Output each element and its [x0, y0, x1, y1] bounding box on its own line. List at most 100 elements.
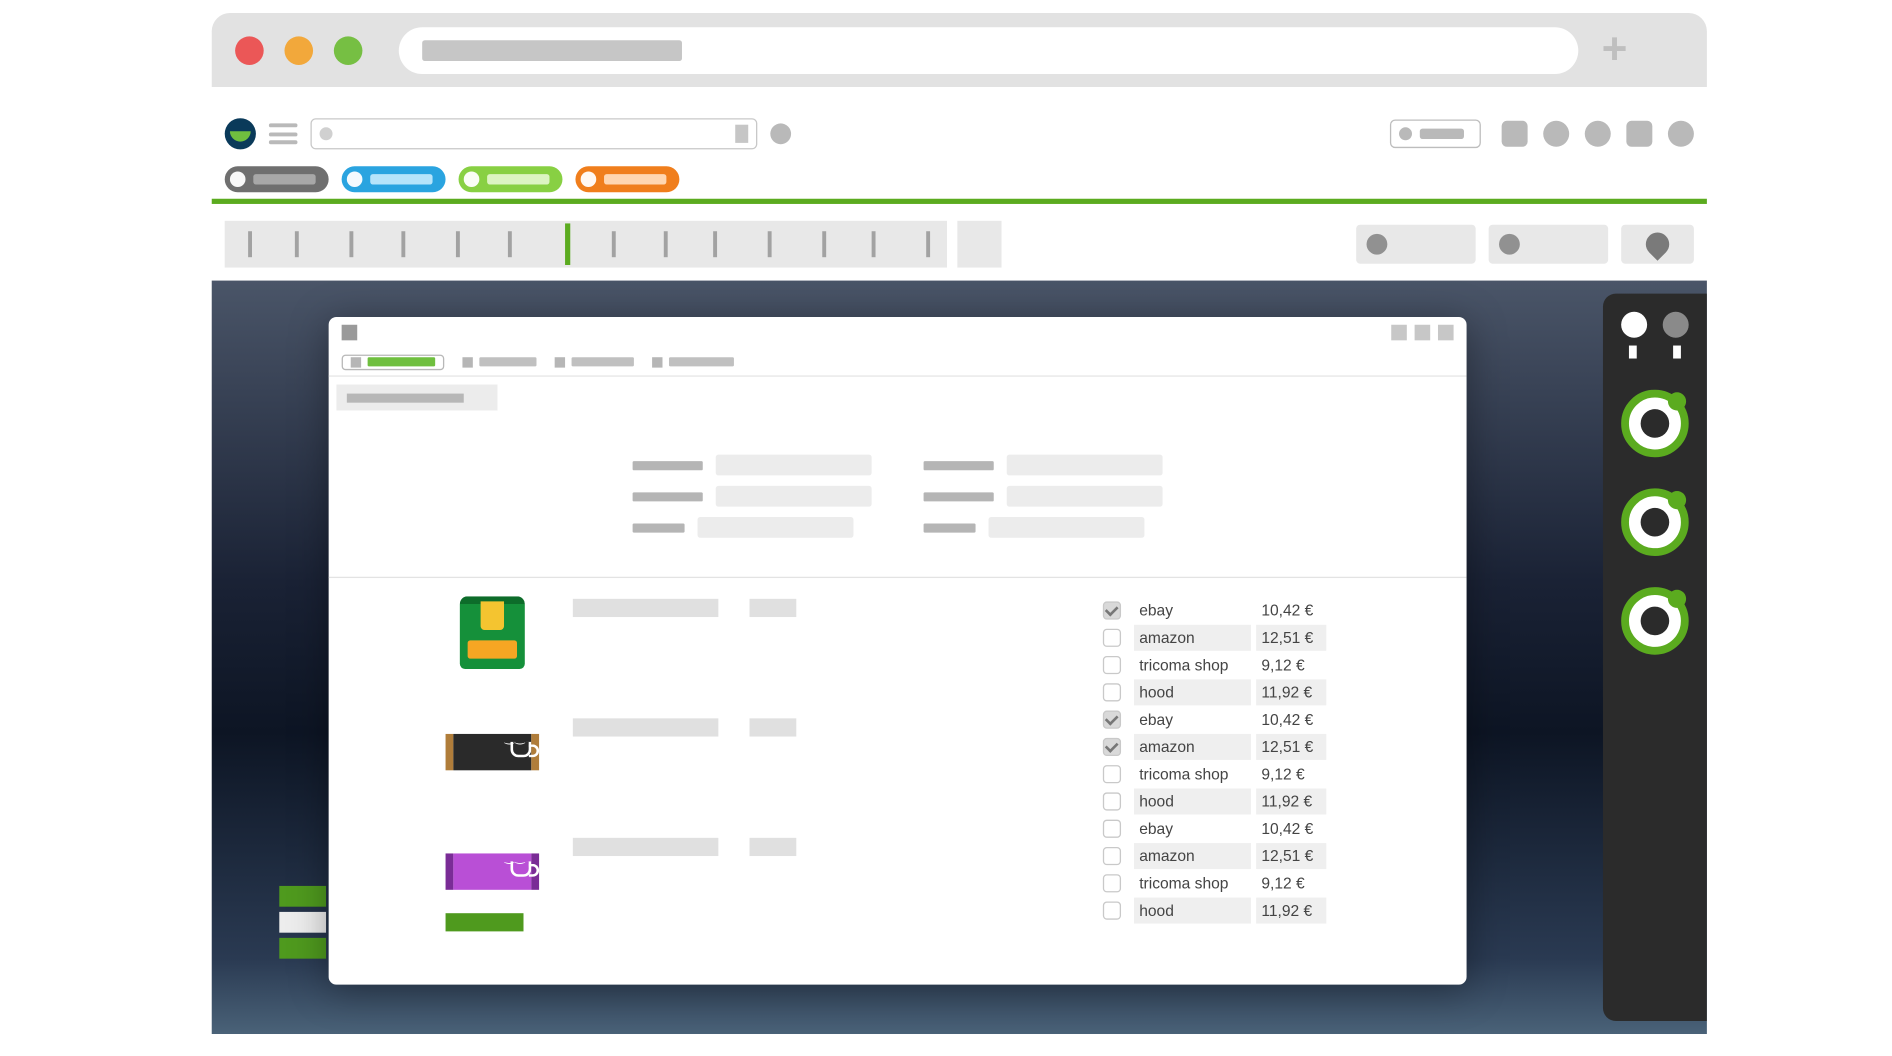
marketplace-price: 10,42 €	[1256, 706, 1326, 732]
modal-tab-3[interactable]	[555, 357, 634, 367]
marketplace-checkbox[interactable]	[1103, 846, 1121, 864]
product-row[interactable]: ‿‿	[446, 835, 1083, 908]
address-bar-text	[422, 40, 682, 61]
header-action-icon[interactable]	[770, 123, 791, 144]
marketplace-price-list: ebay 10,42 € amazon 12,51 € tricoma shop…	[1103, 596, 1441, 966]
minimize-window-icon[interactable]	[284, 36, 313, 65]
search-input[interactable]	[310, 118, 757, 149]
timeline-chip-2[interactable]	[1489, 225, 1609, 264]
modal-maximize-icon[interactable]	[1415, 325, 1431, 341]
modal-tab-2[interactable]	[462, 357, 536, 367]
context-pill-4[interactable]	[575, 166, 679, 192]
price-row[interactable]: ebay 10,42 €	[1103, 705, 1441, 732]
address-bar[interactable]	[399, 27, 1578, 74]
modal-tabs	[329, 348, 1467, 377]
marketplace-checkbox[interactable]	[1103, 601, 1121, 619]
marketplace-checkbox[interactable]	[1103, 819, 1121, 837]
marketplace-name: ebay	[1134, 815, 1251, 841]
product-badge	[446, 913, 524, 931]
product-image: ‿‿	[446, 835, 540, 908]
price-row[interactable]: amazon 12,51 €	[1103, 733, 1441, 760]
header-icon-3[interactable]	[1585, 121, 1611, 147]
close-window-icon[interactable]	[235, 36, 264, 65]
marketplace-checkbox[interactable]	[1103, 655, 1121, 673]
modal-app-icon	[342, 325, 358, 341]
marketplace-checkbox[interactable]	[1103, 710, 1121, 728]
side-action-3[interactable]	[1621, 587, 1689, 655]
side-sub-2	[1673, 346, 1681, 359]
modal-tab-1[interactable]	[342, 354, 445, 370]
marketplace-checkbox[interactable]	[1103, 628, 1121, 646]
price-row[interactable]: hood 11,92 €	[1103, 787, 1441, 814]
marketplace-price: 10,42 €	[1256, 815, 1326, 841]
side-sub-1	[1629, 346, 1637, 359]
price-row[interactable]: tricoma shop 9,12 €	[1103, 760, 1441, 787]
price-row[interactable]: hood 11,92 €	[1103, 896, 1441, 923]
timeline-pin-button[interactable]	[1621, 225, 1694, 264]
price-row[interactable]: ebay 10,42 €	[1103, 814, 1441, 841]
workspace-background: ‿‿ ‿‿	[212, 281, 1707, 1034]
side-indicator-2[interactable]	[1663, 312, 1689, 338]
pin-icon	[1641, 228, 1674, 261]
modal-tab-4[interactable]	[652, 357, 734, 367]
timeline-ruler[interactable]	[225, 221, 947, 268]
timeline-action-button[interactable]	[957, 221, 1001, 268]
window-controls	[235, 36, 362, 65]
marketplace-checkbox[interactable]	[1103, 792, 1121, 810]
price-row[interactable]: tricoma shop 9,12 €	[1103, 869, 1441, 896]
marketplace-checkbox[interactable]	[1103, 874, 1121, 892]
modal-titlebar	[329, 317, 1467, 348]
price-row[interactable]: tricoma shop 9,12 €	[1103, 651, 1441, 678]
header-icon-4[interactable]	[1626, 121, 1652, 147]
form-input-5[interactable]	[1007, 486, 1163, 507]
price-row[interactable]: ebay 10,42 €	[1103, 596, 1441, 623]
modal-close-icon[interactable]	[1438, 325, 1454, 341]
timeline-chip-1[interactable]	[1356, 225, 1476, 264]
marketplace-price: 9,12 €	[1256, 870, 1326, 896]
header-icon-1[interactable]	[1502, 121, 1528, 147]
app-logo-icon[interactable]	[225, 118, 256, 149]
marketplace-checkbox[interactable]	[1103, 901, 1121, 919]
side-action-2[interactable]	[1621, 488, 1689, 556]
context-pill-3[interactable]	[459, 166, 563, 192]
context-pills	[212, 166, 1707, 200]
maximize-window-icon[interactable]	[334, 36, 363, 65]
marketplace-checkbox[interactable]	[1103, 764, 1121, 782]
form-input-2[interactable]	[716, 486, 872, 507]
form-input-1[interactable]	[716, 455, 872, 476]
header-icon-5[interactable]	[1668, 121, 1694, 147]
marketplace-price: 12,51 €	[1256, 624, 1326, 650]
marketplace-name: tricoma shop	[1134, 870, 1251, 896]
marketplace-price: 11,92 €	[1256, 897, 1326, 923]
product-row[interactable]	[446, 596, 1083, 716]
form-input-3[interactable]	[698, 517, 854, 538]
menu-icon[interactable]	[269, 123, 298, 144]
modal-form	[329, 410, 1467, 578]
side-indicator-1[interactable]	[1621, 312, 1647, 338]
marketplace-name: amazon	[1134, 733, 1251, 759]
context-pill-2[interactable]	[342, 166, 446, 192]
modal-minimize-icon[interactable]	[1391, 325, 1407, 341]
modal-breadcrumb	[336, 385, 497, 411]
context-pill-1[interactable]	[225, 166, 329, 192]
side-action-1[interactable]	[1621, 390, 1689, 458]
marketplace-checkbox[interactable]	[1103, 737, 1121, 755]
form-input-4[interactable]	[1007, 455, 1163, 476]
timeline-bar	[212, 218, 1707, 270]
header-status-pill[interactable]	[1390, 120, 1481, 149]
price-row[interactable]: amazon 12,51 €	[1103, 624, 1441, 651]
product-list: ‿‿ ‿‿	[355, 596, 1082, 966]
price-row[interactable]: hood 11,92 €	[1103, 678, 1441, 705]
header-icon-group	[1502, 121, 1694, 147]
price-row[interactable]: amazon 12,51 €	[1103, 842, 1441, 869]
new-tab-button[interactable]: +	[1602, 25, 1628, 76]
product-image	[446, 596, 540, 669]
form-input-6[interactable]	[989, 517, 1145, 538]
accent-divider	[212, 199, 1707, 204]
marketplace-price: 12,51 €	[1256, 842, 1326, 868]
marketplace-checkbox[interactable]	[1103, 683, 1121, 701]
marketplace-name: hood	[1134, 788, 1251, 814]
right-side-panel	[1603, 294, 1707, 1021]
product-row[interactable]: ‿‿	[446, 716, 1083, 836]
header-icon-2[interactable]	[1543, 121, 1569, 147]
